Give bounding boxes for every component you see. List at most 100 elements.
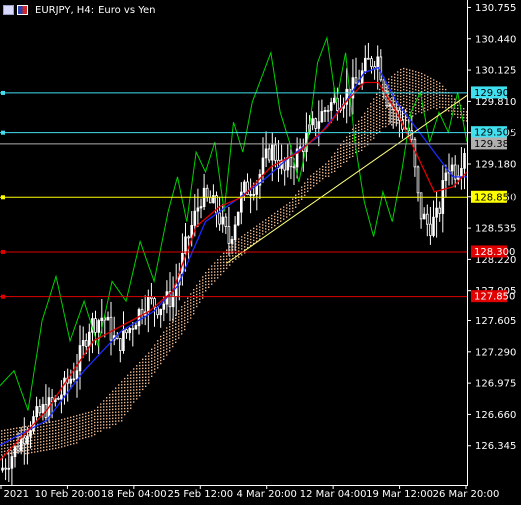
cloud-dot: [256, 234, 258, 236]
candle-body: [134, 325, 138, 330]
cloud-dot: [97, 406, 99, 408]
cloud-dot: [7, 438, 9, 440]
cloud-dot: [70, 428, 72, 431]
cloud-dot: [133, 395, 135, 397]
time-axis[interactable]: 8 Feb 2021 10 Feb 20:0018 Feb 04:0025 Feb…: [0, 485, 499, 500]
cloud-dot: [193, 307, 195, 309]
candle-body: [63, 377, 66, 396]
candle: [184, 223, 187, 272]
cloud-dot: [400, 89, 402, 92]
cloud-dot: [421, 105, 423, 108]
cloud-dot: [445, 97, 447, 100]
cloud-dot: [364, 118, 366, 121]
cloud-dot: [139, 376, 141, 379]
cloud-dot: [16, 433, 18, 435]
cloud-dot: [367, 116, 369, 119]
symbol-description: Euro vs Yen: [98, 4, 156, 16]
cloud-dot: [103, 427, 105, 429]
cloud-dot: [427, 82, 429, 84]
candle-body: [162, 303, 166, 310]
cloud-dot: [445, 94, 447, 97]
cloud-dot: [115, 405, 117, 407]
cloud-dot: [79, 435, 81, 437]
cloud-dot: [184, 328, 186, 331]
cloud-dot: [106, 403, 108, 405]
chart-window-icon[interactable]: [3, 5, 14, 15]
cloud-dot: [184, 310, 186, 313]
cloud-dot: [253, 239, 255, 242]
price-axis[interactable]: 130.755130.440130.125129.810129.495129.1…: [467, 3, 516, 452]
candle: [391, 93, 395, 129]
cloud-dot: [130, 383, 132, 385]
cloud-dot: [127, 392, 129, 395]
cloud-dot: [43, 443, 45, 446]
cloud-dot: [340, 156, 342, 158]
candle: [97, 318, 101, 354]
cloud-dot: [10, 443, 12, 445]
cloud-dot: [40, 447, 42, 449]
cloud-dot: [139, 364, 141, 367]
cloud-dot: [175, 335, 177, 337]
cloud-dot: [433, 106, 435, 108]
cloud-dot: [430, 89, 432, 92]
cloud-dot: [343, 155, 345, 157]
cloud-dot: [97, 421, 99, 423]
cloud-dot: [424, 95, 426, 97]
cloud-dot: [436, 104, 438, 107]
cloud-dot: [277, 216, 279, 218]
cloud-dot: [349, 147, 351, 149]
cloud-dot: [409, 96, 411, 98]
cloud-dot: [268, 229, 270, 231]
cloud-dot: [334, 152, 336, 154]
cloud-dot: [289, 202, 291, 204]
cloud-dot: [127, 386, 129, 389]
candle-body: [267, 148, 271, 161]
cloud-dot: [385, 107, 387, 110]
candle: [69, 369, 73, 389]
cloud-dot: [61, 428, 63, 430]
candle: [72, 362, 76, 383]
cloud-dot: [151, 357, 153, 359]
cloud-dot: [130, 398, 132, 400]
candle-body: [317, 121, 321, 129]
cloud-dot: [391, 118, 393, 120]
cloud-dot: [298, 190, 300, 192]
cloud-dot: [58, 428, 60, 431]
cloud-dot: [28, 431, 30, 433]
price-chart[interactable]: 130.755130.440130.125129.810129.495129.1…: [0, 0, 521, 505]
cloud-dot: [88, 411, 90, 414]
cloud-dot: [397, 71, 399, 73]
cloud-dot: [73, 442, 75, 445]
candle-body: [422, 213, 426, 220]
cloud-dot: [88, 417, 90, 420]
cloud-dot: [79, 423, 81, 425]
cloud-dot: [52, 427, 54, 429]
cloud-dot: [1, 433, 3, 435]
cloud-dot: [373, 104, 375, 106]
cloud-dot: [295, 203, 297, 205]
cloud-dot: [136, 386, 138, 388]
price-tick-label: 130.125: [475, 66, 516, 77]
cloud-dot: [148, 358, 150, 360]
candle-body: [128, 327, 132, 334]
cloud-dot: [403, 115, 405, 118]
candle-body: [370, 58, 373, 67]
cloud-dot: [187, 315, 189, 317]
cloud-dot: [28, 449, 30, 451]
cloud-dot: [118, 393, 120, 395]
cloud-dot: [316, 176, 318, 179]
cloud-dot: [427, 103, 429, 105]
candle: [125, 328, 128, 339]
cloud-dot: [247, 243, 249, 246]
cloud-dot: [259, 226, 261, 228]
cloud-dot: [118, 414, 120, 416]
cloud-dot: [223, 270, 225, 273]
cloud-dot: [163, 349, 165, 351]
cloud-dot: [409, 72, 411, 74]
candle: [13, 445, 17, 468]
cloud-dot: [379, 130, 381, 133]
cloud-dot: [148, 373, 150, 375]
cloud-dot: [391, 82, 393, 84]
cloud-dot: [412, 100, 414, 102]
cloud-dot: [91, 432, 93, 434]
